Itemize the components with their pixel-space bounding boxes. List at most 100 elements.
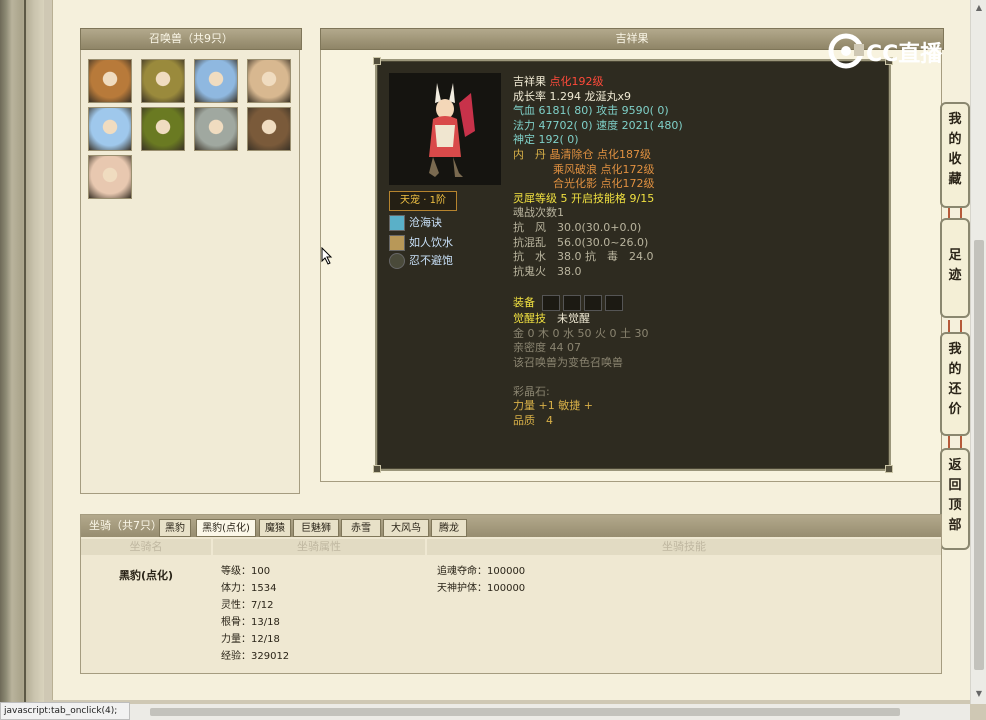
awaken-label: 觉醒技 — [513, 311, 546, 325]
side-tab-char: 我 — [948, 112, 962, 127]
summon-avatar-2[interactable] — [141, 59, 185, 103]
scroll-down-icon[interactable]: ▼ — [971, 686, 986, 702]
card-corner — [373, 465, 381, 473]
side-tab-connector — [948, 320, 962, 332]
summon-figure-icon — [429, 83, 475, 177]
summon-skill[interactable]: 如人饮水 — [389, 235, 453, 251]
skill-slot-label: 开启技能格 — [571, 191, 626, 205]
summon-card: 天宠 · 1阶 沧海诀 如人饮水 忍不避饱 吉祥果 点化192级 成长率 1.2… — [373, 57, 893, 473]
shending-label: 神定 — [513, 133, 535, 147]
side-tab-bargain[interactable]: 我的还价 — [940, 332, 970, 436]
summon-avatar-4[interactable] — [247, 59, 291, 103]
mount-tab[interactable]: 大风鸟 — [383, 519, 429, 537]
intimacy: 亲密度 44 07 — [513, 341, 581, 355]
mount-col-skill: 坐骑技能 — [427, 539, 941, 555]
side-tab-char: 部 — [948, 518, 962, 533]
scroll-up-icon[interactable]: ▲ — [971, 0, 986, 16]
mount-attr: 灵性：7/12 — [221, 600, 274, 611]
mount-tab[interactable]: 巨魅狮 — [293, 519, 339, 537]
hp-value: 6181( 80) — [538, 104, 593, 118]
summon-skill-label: 如人饮水 — [409, 236, 453, 249]
mount-tab[interactable]: 赤雪 — [341, 519, 381, 537]
mount-panel: 坐骑（共7只） 黑豹 黑豹(点化) 魔猿 巨魅狮 赤雪 大风鸟 腾龙 坐骑名 坐骑属性 坐骑… — [80, 514, 942, 674]
watermark-logo: CC直播 — [826, 30, 956, 70]
mount-col-name: 坐骑名 — [81, 539, 211, 555]
mount-tab[interactable]: 魔猿 — [259, 519, 291, 537]
side-tab-char: 足 — [948, 248, 962, 263]
vertical-scrollbar[interactable]: ▲ ▼ — [970, 0, 986, 704]
card-corner — [885, 465, 893, 473]
summon-skill-label: 忍不避饱 — [409, 254, 453, 267]
side-tab-char: 回 — [948, 478, 962, 493]
resist-water-poison: 抗 水 38.0 抗 毒 24.0 — [513, 250, 654, 264]
hunyu-value: 1 — [557, 206, 564, 220]
horizontal-scroll-thumb[interactable] — [150, 708, 900, 716]
horizontal-scrollbar[interactable] — [130, 704, 970, 720]
gear-equip-icon[interactable] — [562, 294, 581, 311]
side-tab-char: 的 — [948, 362, 962, 377]
side-tab-char: 迹 — [948, 268, 962, 283]
drink-skill-icon — [389, 235, 405, 251]
water-skill-icon — [389, 215, 405, 231]
shending-value: 192( 0) — [538, 133, 579, 147]
side-tab-char: 我 — [948, 342, 962, 357]
dianhua-level: 点化192级 — [549, 75, 604, 88]
skill-slot-value: 9/15 — [629, 191, 655, 205]
crystal-attrs: 力量 +1 敏捷 + — [513, 399, 593, 413]
side-tab-char: 价 — [948, 402, 962, 417]
side-tab-favorites[interactable]: 我的收藏 — [940, 102, 970, 208]
left-frame — [0, 0, 44, 720]
side-tab-char: 返 — [948, 458, 962, 473]
summon-avatar-7[interactable] — [194, 107, 238, 151]
awaken-value: 未觉醒 — [557, 311, 590, 325]
crystal-quality: 品质 4 — [513, 414, 553, 428]
summon-avatar-1[interactable] — [88, 59, 132, 103]
vertical-scroll-thumb[interactable] — [974, 240, 984, 670]
attack-value: 9590( 0) — [621, 104, 669, 118]
mount-skill: 追魂夺命：100000 — [437, 566, 526, 577]
resist-wind: 抗 风 30.0(30.0+0.0) — [513, 220, 642, 234]
summon-panel-title: 召唤兽（共9只） — [80, 28, 302, 50]
longjing-count: 龙涎丸x9 — [584, 89, 632, 103]
side-tab-char: 收 — [948, 152, 962, 167]
pendant-icon[interactable] — [604, 294, 623, 311]
neidan-item: 晶清除仓 点化187级 — [549, 147, 652, 161]
side-tab-connector — [948, 436, 962, 448]
mount-tab[interactable]: 腾龙 — [431, 519, 467, 537]
equip-label: 装备 — [513, 295, 535, 309]
card-corner — [373, 57, 381, 65]
lingxi-value: 5 — [560, 191, 568, 205]
side-tab-footprint[interactable]: 足迹 — [940, 218, 970, 318]
side-tab-char: 藏 — [948, 172, 962, 187]
summon-avatar-5[interactable] — [88, 107, 132, 151]
mouse-cursor-icon — [321, 247, 333, 265]
crystal-label: 彩晶石: — [513, 384, 550, 398]
resist-chaos: 抗混乱 56.0(30.0~26.0) — [513, 235, 649, 249]
armor-icon[interactable] — [583, 294, 602, 311]
summon-skill[interactable]: 沧海诀 — [389, 215, 442, 231]
mp-label: 法力 — [513, 118, 535, 132]
side-tab-char: 的 — [948, 132, 962, 147]
mount-tab[interactable]: 黑豹 — [159, 519, 191, 537]
mount-tab[interactable]: 黑豹(点化) — [196, 519, 256, 537]
speed-label: 速度 — [596, 118, 619, 132]
summon-avatar-3[interactable] — [194, 59, 238, 103]
mount-name: 黑豹(点化) — [119, 569, 174, 582]
speed-value: 2021( 480) — [621, 118, 683, 132]
mount-attr: 体力：1534 — [221, 583, 277, 594]
summon-avatar-8[interactable] — [247, 107, 291, 151]
mount-skill: 天神护体：100000 — [437, 583, 526, 594]
mount-col-attr: 坐骑属性 — [213, 539, 425, 555]
summon-avatar-9[interactable] — [88, 155, 132, 199]
summon-skill[interactable]: 忍不避饱 — [389, 253, 453, 269]
summon-avatar-6[interactable] — [141, 107, 185, 151]
mount-attr: 力量：12/18 — [221, 634, 280, 645]
tianchong-badge: 天宠 · 1阶 — [389, 191, 457, 211]
ring-icon[interactable] — [541, 294, 560, 311]
neidan-label: 内 丹 — [513, 147, 546, 161]
mount-attr: 经验：329012 — [221, 651, 290, 662]
cc-logo-icon — [828, 33, 864, 69]
frame-line — [24, 0, 26, 720]
resist-ghostfire: 抗鬼火 38.0 — [513, 264, 582, 278]
side-tab-back-to-top[interactable]: 返回顶部 — [940, 448, 970, 550]
